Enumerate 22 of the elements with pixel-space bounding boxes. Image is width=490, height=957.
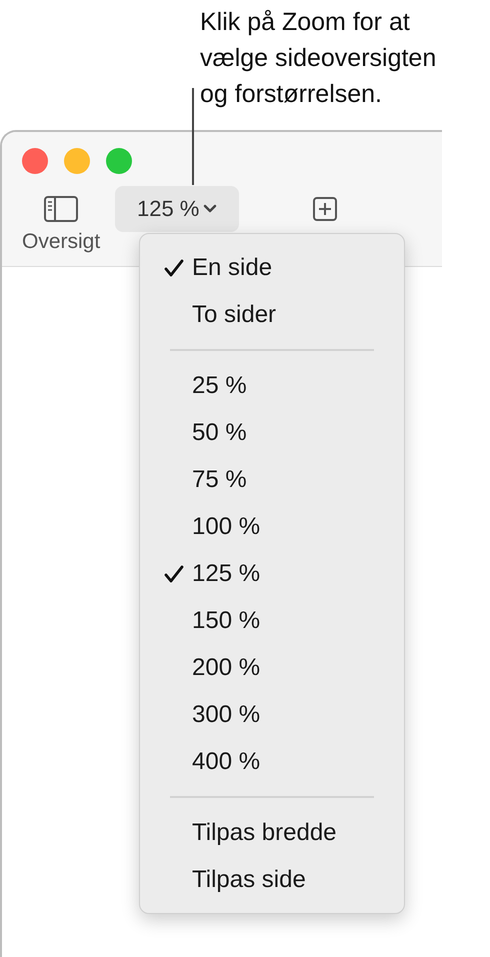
callout-text: Klik på Zoom for at vælge sideoversigten og forstørrelsen. [199, 7, 438, 110]
menu-item[interactable]: 25 % [140, 362, 404, 409]
menu-item[interactable]: 400 % [140, 738, 404, 785]
menu-item[interactable]: 100 % [140, 503, 404, 550]
sidebar-icon [44, 196, 78, 222]
menu-item[interactable]: 300 % [140, 691, 404, 738]
menu-item[interactable]: 75 % [140, 456, 404, 503]
zoom-dropdown[interactable]: 125 % [115, 186, 240, 232]
chevron-icon [203, 204, 218, 214]
minimize-button[interactable] [64, 148, 90, 174]
menu-item[interactable]: Tilpas side [140, 856, 404, 903]
sidebar-button[interactable]: Oversigt [22, 186, 100, 254]
close-button[interactable] [22, 148, 48, 174]
menu-item[interactable]: To sider [140, 291, 404, 338]
menu-item[interactable]: En side [140, 244, 404, 291]
menu-item[interactable]: 50 % [140, 409, 404, 456]
menu-item[interactable]: 125 % [140, 550, 404, 597]
add-page-icon[interactable] [312, 196, 338, 222]
zoom-window-button[interactable] [106, 148, 132, 174]
menu-item[interactable]: 150 % [140, 597, 404, 644]
menu-item[interactable]: Tilpas bredde [140, 809, 404, 856]
menu-item[interactable]: 200 % [140, 644, 404, 691]
